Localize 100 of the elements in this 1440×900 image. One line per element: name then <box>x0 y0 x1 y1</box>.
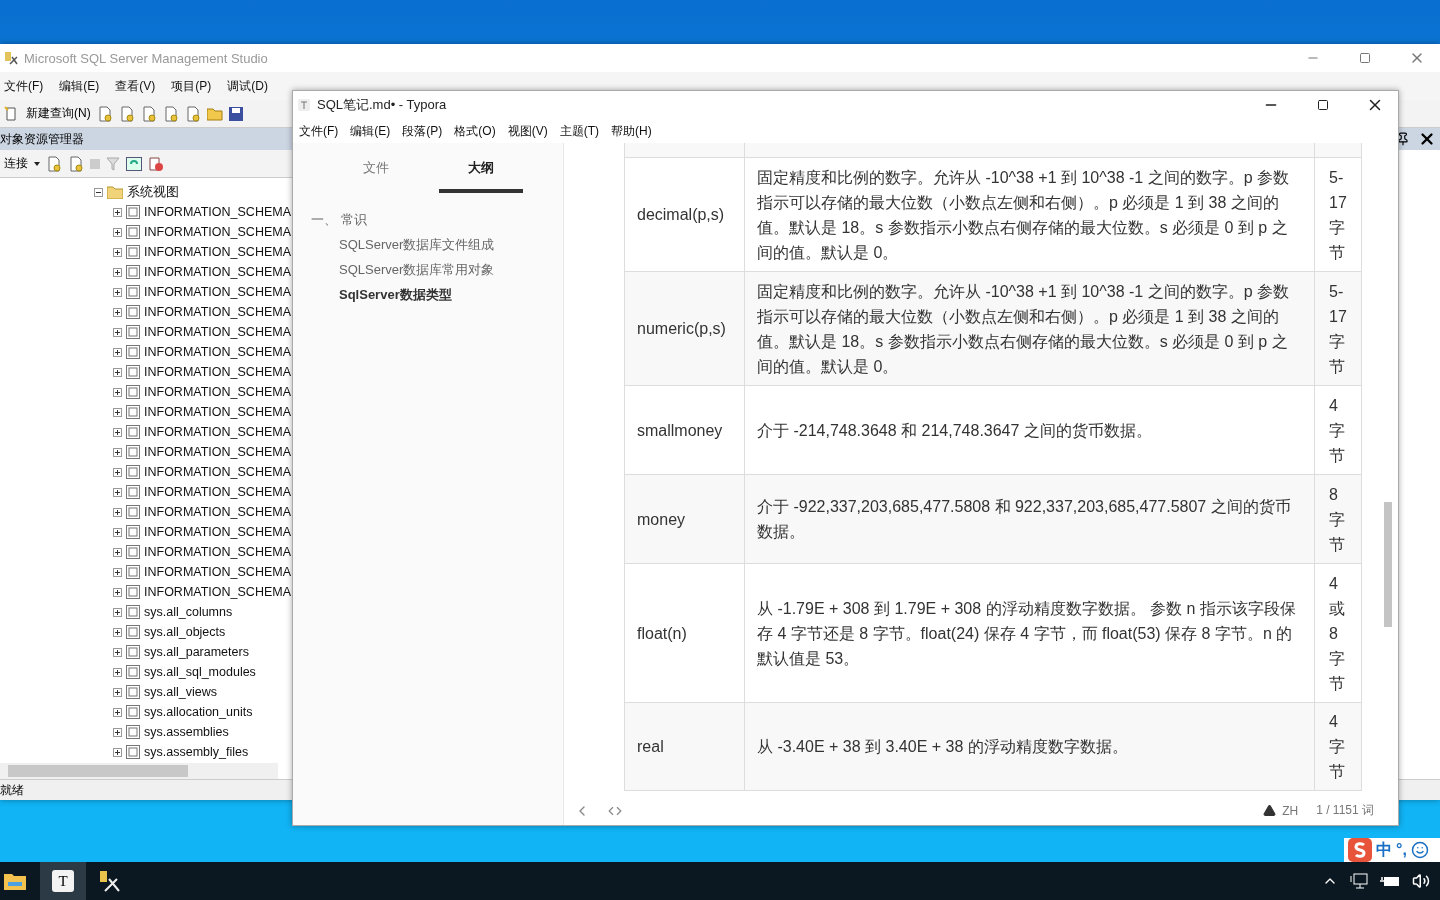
menu-item[interactable]: 段落(P) <box>402 122 443 140</box>
expand-icon[interactable] <box>113 487 122 497</box>
tree-item[interactable]: INFORMATION_SCHEMA <box>144 585 291 599</box>
outline-item[interactable]: SqlServer数据类型 <box>311 286 563 304</box>
caret-icon[interactable] <box>34 161 40 166</box>
tree-item[interactable]: INFORMATION_SCHEMA <box>144 205 291 219</box>
tree-item[interactable]: INFORMATION_SCHEMA <box>144 545 291 559</box>
battery-icon[interactable] <box>1380 874 1400 888</box>
expand-icon[interactable] <box>113 607 122 617</box>
tree-item[interactable]: INFORMATION_SCHEMA <box>144 325 291 339</box>
tree-item[interactable]: sys.assemblies <box>144 725 229 739</box>
expand-icon[interactable] <box>113 287 122 297</box>
tree-item[interactable]: INFORMATION_SCHEMA <box>144 405 291 419</box>
menu-item[interactable]: 编辑(E) <box>59 77 100 95</box>
tree-item[interactable]: INFORMATION_SCHEMA <box>144 305 291 319</box>
tree-item[interactable]: sys.all_columns <box>144 605 233 619</box>
document-icon[interactable] <box>118 105 135 122</box>
expand-icon[interactable] <box>113 547 122 557</box>
expand-icon[interactable] <box>113 227 122 237</box>
tree-item[interactable]: sys.all_parameters <box>144 645 249 659</box>
expand-icon[interactable] <box>113 667 122 677</box>
menu-item[interactable]: 项目(P) <box>171 77 212 95</box>
tree-item[interactable]: sys.all_objects <box>144 625 226 639</box>
script-icon[interactable] <box>148 155 164 172</box>
tree-item[interactable]: sys.all_sql_modules <box>144 665 256 679</box>
expand-icon[interactable] <box>113 627 122 637</box>
sidebar-tab[interactable]: 大纲 <box>438 159 523 193</box>
expand-icon[interactable] <box>113 747 122 757</box>
expand-icon[interactable] <box>113 347 122 357</box>
tree-item[interactable]: INFORMATION_SCHEMA <box>144 245 291 259</box>
expand-icon[interactable] <box>113 447 122 457</box>
menu-item[interactable]: 主题(T) <box>559 122 599 140</box>
scrollbar-thumb[interactable] <box>1384 502 1392 627</box>
outline-item[interactable]: SQLServer数据库文件组成 <box>311 236 563 254</box>
save-icon[interactable] <box>228 106 243 121</box>
sogou-logo-icon[interactable] <box>1348 838 1372 862</box>
tree-item[interactable]: sys.allocation_units <box>144 705 253 719</box>
collapse-icon[interactable] <box>94 187 103 197</box>
expand-icon[interactable] <box>113 507 122 517</box>
input-mode[interactable]: 中 <box>1376 839 1392 861</box>
menu-item[interactable]: 编辑(E) <box>350 122 391 140</box>
expand-icon[interactable] <box>113 707 122 717</box>
expand-icon[interactable] <box>113 247 122 257</box>
expand-icon[interactable] <box>113 267 122 277</box>
tree-item[interactable]: INFORMATION_SCHEMA <box>144 445 291 459</box>
tree-item[interactable]: 系统视图 <box>127 183 179 201</box>
volume-icon[interactable] <box>1412 872 1430 890</box>
expand-icon[interactable] <box>113 467 122 477</box>
horizontal-scrollbar[interactable] <box>0 763 278 779</box>
new-query-button[interactable]: 新建查询(N) <box>26 105 91 122</box>
emoji-icon[interactable] <box>1410 841 1429 859</box>
document-icon[interactable] <box>96 105 113 122</box>
expand-icon[interactable] <box>113 427 122 437</box>
menu-item[interactable]: 帮助(H) <box>611 122 652 140</box>
expand-icon[interactable] <box>113 727 122 737</box>
punctuation-mode[interactable]: °, <box>1396 841 1407 859</box>
expand-icon[interactable] <box>113 647 122 657</box>
expand-icon[interactable] <box>113 687 122 697</box>
tree-item[interactable]: INFORMATION_SCHEMA <box>144 285 291 299</box>
open-folder-icon[interactable] <box>206 106 223 121</box>
tree-item[interactable]: INFORMATION_SCHEMA <box>144 385 291 399</box>
expand-icon[interactable] <box>113 207 122 217</box>
expand-icon[interactable] <box>113 407 122 417</box>
tree-item[interactable]: INFORMATION_SCHEMA <box>144 505 291 519</box>
sidebar-tab[interactable]: 文件 <box>333 159 418 193</box>
connect-dropdown[interactable]: 连接 <box>4 155 28 172</box>
document-icon[interactable] <box>184 105 201 122</box>
menu-item[interactable]: 格式(O) <box>454 122 496 140</box>
word-count[interactable]: 1 / 1151 词 <box>1316 802 1374 819</box>
tree-item[interactable]: INFORMATION_SCHEMA <box>144 525 291 539</box>
tree-item[interactable]: sys.all_views <box>144 685 217 699</box>
tree-item[interactable]: INFORMATION_SCHEMA <box>144 565 291 579</box>
outline-item[interactable]: SQLServer数据库常用对象 <box>311 261 563 279</box>
outline-item[interactable]: 一、 常识 <box>311 211 563 229</box>
tree-item[interactable]: sys.assembly_files <box>144 745 249 759</box>
refresh-icon[interactable] <box>126 156 142 171</box>
language-indicator[interactable]: ZH <box>1282 803 1299 818</box>
tree-item[interactable]: INFORMATION_SCHEMA <box>144 365 291 379</box>
pin-icon[interactable] <box>1396 132 1410 146</box>
tree-item[interactable]: INFORMATION_SCHEMA <box>144 345 291 359</box>
tree-item[interactable]: INFORMATION_SCHEMA <box>144 225 291 239</box>
tree-item[interactable]: INFORMATION_SCHEMA <box>144 425 291 439</box>
document-icon[interactable] <box>162 105 179 122</box>
expand-icon[interactable] <box>113 387 122 397</box>
menu-item[interactable]: 调试(D) <box>227 77 268 95</box>
network-icon[interactable] <box>1350 873 1368 889</box>
expand-icon[interactable] <box>113 307 122 317</box>
tree-item[interactable]: INFORMATION_SCHEMA <box>144 465 291 479</box>
tree-item[interactable]: INFORMATION_SCHEMA <box>144 265 291 279</box>
expand-icon[interactable] <box>113 527 122 537</box>
expand-icon[interactable] <box>113 327 122 337</box>
menu-item[interactable]: 查看(V) <box>115 77 156 95</box>
menu-item[interactable]: 视图(V) <box>507 122 548 140</box>
close-icon[interactable] <box>1418 130 1436 148</box>
expand-icon[interactable] <box>113 367 122 377</box>
expand-icon[interactable] <box>113 587 122 597</box>
menu-item[interactable]: 文件(F) <box>4 77 44 95</box>
document-icon[interactable] <box>140 105 157 122</box>
expand-icon[interactable] <box>113 567 122 577</box>
menu-item[interactable]: 文件(F) <box>299 122 339 140</box>
